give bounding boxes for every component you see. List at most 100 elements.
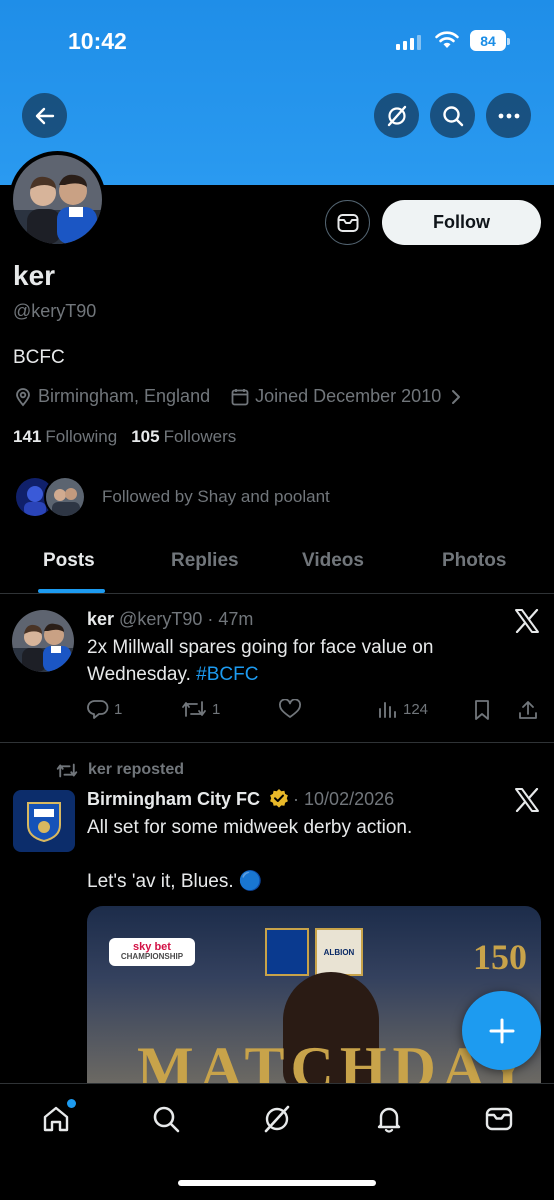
followers-link[interactable]: 105 Followers: [131, 427, 236, 447]
away-club-name: ALBION: [323, 947, 355, 957]
post-date[interactable]: 10/02/2026: [304, 789, 394, 809]
more-options-button[interactable]: [486, 93, 531, 138]
grok-button[interactable]: [374, 93, 419, 138]
back-arrow-icon: [35, 107, 54, 124]
profile-meta: Birmingham, England Joined December 2010: [13, 386, 470, 407]
tab-replies[interactable]: Replies: [171, 550, 239, 572]
bell-icon: [377, 1107, 401, 1133]
post-item[interactable]: ker @keryT90 · 47m 2x Millwall spares go…: [0, 595, 554, 743]
reply-button[interactable]: 1: [87, 699, 122, 719]
views-button[interactable]: 124: [376, 699, 428, 719]
home-icon: [43, 1106, 69, 1132]
post-body: 2x Millwall spares going for face value …: [87, 637, 434, 685]
post-text: 2x Millwall spares going for face value …: [87, 634, 507, 688]
status-bar: 10:42 84: [0, 0, 554, 84]
display-name: ker: [13, 260, 56, 291]
analytics-icon: [379, 702, 396, 718]
location-pin-icon: [16, 387, 30, 406]
joined-date: Joined December 2010: [255, 386, 442, 406]
reply-icon: [87, 700, 109, 719]
back-button[interactable]: [22, 93, 67, 138]
followers-label: Followers: [163, 427, 237, 446]
home-indicator[interactable]: [178, 1180, 376, 1186]
avatar-photo: [13, 155, 102, 244]
search-icon: [153, 1106, 180, 1133]
hashtag-link[interactable]: #BCFC: [196, 664, 258, 685]
profile-bio: BCFC: [13, 347, 65, 368]
wifi-icon: [435, 31, 459, 48]
signal-icon: [396, 34, 421, 50]
post-text: All set for some midweek derby action. L…: [87, 814, 507, 895]
followed-by-text: Followed by Shay and poolant: [102, 487, 330, 506]
search-icon: [442, 105, 463, 126]
plus-icon: [489, 1018, 514, 1043]
followed-by[interactable]: Followed by Shay and poolant: [14, 476, 330, 518]
follow-button[interactable]: Follow: [382, 200, 541, 245]
post-author-name[interactable]: ker: [87, 609, 114, 629]
post-author-handle[interactable]: @keryT90: [119, 609, 202, 629]
following-count: 141: [13, 427, 42, 446]
nav-messages[interactable]: [482, 1102, 516, 1136]
view-count: 124: [403, 700, 429, 718]
profile-tabs: Posts Replies Videos Photos: [0, 540, 554, 594]
home-club-badge: [265, 928, 309, 976]
tab-posts[interactable]: Posts: [43, 550, 95, 572]
message-button[interactable]: [325, 200, 370, 245]
sponsor-name: sky bet: [133, 941, 171, 953]
post-header: Birmingham City FC · 10/02/2026: [87, 789, 395, 809]
anniversary-number: 150: [473, 937, 527, 977]
more-dots-icon: [498, 113, 519, 118]
grok-icon: [387, 105, 406, 126]
post-media-image[interactable]: sky bet CHAMPIONSHIP ALBION 150 MATCHDAY: [87, 906, 541, 1086]
nav-notifications[interactable]: [372, 1102, 406, 1136]
profile-avatar[interactable]: [9, 151, 106, 248]
following-label: Following: [45, 427, 118, 446]
share-icon: [519, 701, 537, 719]
share-button[interactable]: [517, 699, 544, 721]
bookmark-button[interactable]: [472, 699, 497, 721]
status-time: 10:42: [68, 28, 127, 54]
followers-count: 105: [131, 427, 160, 446]
grok-icon: [264, 1105, 290, 1133]
search-button[interactable]: [430, 93, 475, 138]
post-time[interactable]: 47m: [218, 609, 253, 629]
heart-icon: [279, 699, 301, 718]
league-name: CHAMPIONSHIP: [120, 952, 184, 961]
repost-icon: [56, 763, 78, 777]
post-header: ker @keryT90 · 47m: [87, 609, 254, 629]
repost-label[interactable]: ker reposted: [88, 761, 184, 779]
envelope-icon: [485, 1107, 513, 1131]
nav-home[interactable]: [39, 1099, 76, 1136]
follower-avatar: [44, 476, 86, 518]
nav-grok[interactable]: [260, 1102, 294, 1136]
post-author-avatar[interactable]: [13, 790, 75, 852]
repost-button[interactable]: 1: [181, 699, 220, 719]
reply-count: 1: [114, 700, 123, 718]
post-actions: 1 1 124: [87, 699, 543, 723]
follow-counts: 141 Following 105 Followers: [13, 427, 236, 447]
profile-location: Birmingham, England: [38, 386, 211, 406]
tab-photos[interactable]: Photos: [442, 550, 506, 572]
active-tab-indicator: [38, 589, 105, 593]
nav-search[interactable]: [149, 1102, 183, 1136]
away-club-badge: ALBION: [315, 928, 363, 976]
post-body-line: Let's 'av it, Blues. 🔵: [87, 871, 263, 892]
battery-indicator: 84: [470, 30, 510, 51]
chevron-right-icon[interactable]: [447, 388, 465, 406]
following-link[interactable]: 141 Following: [13, 427, 117, 447]
post-author-avatar[interactable]: [12, 610, 74, 672]
notification-dot: [67, 1099, 76, 1108]
tab-videos[interactable]: Videos: [302, 550, 364, 572]
repost-icon: [182, 701, 206, 717]
bookmark-icon: [475, 700, 489, 720]
envelope-icon: [337, 213, 358, 232]
repost-count: 1: [212, 700, 221, 718]
post-body-line: All set for some midweek derby action.: [87, 817, 413, 838]
bcfc-crest-icon: [27, 802, 61, 843]
compose-post-button[interactable]: [462, 991, 541, 1070]
post-author-name[interactable]: Birmingham City FC: [87, 789, 260, 809]
x-logo-icon: [515, 609, 539, 633]
verified-badge-icon: [270, 789, 288, 808]
like-button[interactable]: [278, 699, 307, 719]
username-handle: @keryT90: [13, 301, 97, 321]
